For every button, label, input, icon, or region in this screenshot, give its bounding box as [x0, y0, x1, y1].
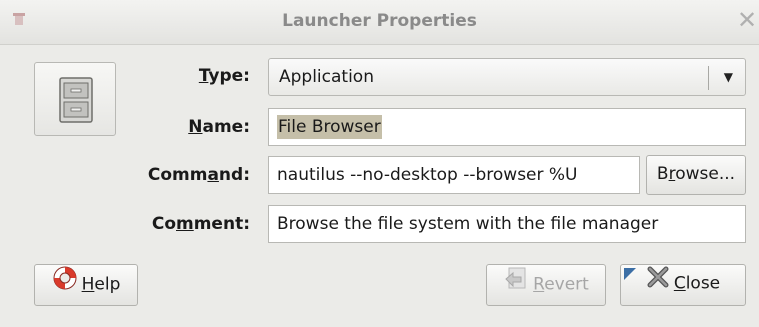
name-label: Name:: [188, 117, 250, 137]
browse-button[interactable]: Browse...: [646, 155, 746, 195]
command-field[interactable]: nautilus --no-desktop --browser %U: [268, 156, 640, 194]
type-combo[interactable]: Application ▼: [268, 58, 746, 96]
title-bar[interactable]: Launcher Properties ✕: [0, 0, 759, 45]
combo-separator: [708, 66, 709, 90]
focus-corner-marker: [624, 268, 636, 280]
command-label: Command:: [147, 165, 250, 185]
name-value: File Browser: [277, 115, 382, 139]
revert-icon: [503, 265, 529, 304]
help-button[interactable]: Help: [34, 264, 138, 306]
lifebuoy-icon: [52, 265, 78, 304]
name-field[interactable]: File Browser: [268, 108, 746, 146]
close-button[interactable]: Close: [620, 264, 746, 306]
close-icon: [646, 265, 670, 302]
command-value: nautilus --no-desktop --browser %U: [277, 165, 578, 185]
revert-button[interactable]: Revert: [486, 264, 606, 306]
comment-value: Browse the file system with the file man…: [277, 214, 659, 234]
type-value: Application: [279, 67, 374, 87]
chevron-down-icon[interactable]: ▼: [724, 59, 733, 95]
type-label: Type:: [198, 66, 250, 86]
comment-field[interactable]: Browse the file system with the file man…: [268, 205, 746, 243]
window-title: Launcher Properties: [282, 11, 477, 31]
close-x-icon[interactable]: ✕: [736, 8, 758, 32]
comment-label: Comment:: [151, 214, 250, 234]
